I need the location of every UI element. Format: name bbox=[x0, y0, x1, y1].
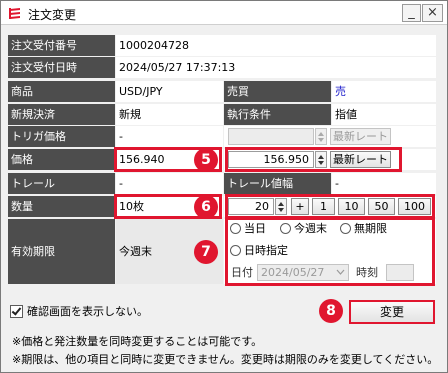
new-settle-label: 新規決済 bbox=[8, 104, 115, 125]
time-input[interactable] bbox=[386, 264, 414, 281]
expiry-today-radio[interactable] bbox=[230, 223, 241, 234]
step-badge-5: 5 bbox=[194, 148, 218, 172]
trail-value: - bbox=[116, 173, 223, 194]
qty-input[interactable]: 20 bbox=[228, 198, 274, 215]
expiry-unlimited-label: 無期限 bbox=[354, 222, 387, 235]
expiry-datetime-radio[interactable] bbox=[230, 245, 241, 256]
trail-width-label: トレール値幅 bbox=[224, 173, 331, 194]
exec-cond-value: 指値 bbox=[332, 104, 436, 125]
trail-width-value: - bbox=[332, 173, 436, 194]
order-change-window: 注文変更 _ × 注文受付番号 1000204728 注文受付日時 2024/0… bbox=[0, 0, 448, 373]
price-spinner[interactable] bbox=[315, 151, 327, 168]
close-button[interactable]: × bbox=[422, 4, 443, 22]
trail-label: トレール bbox=[8, 173, 115, 194]
window-title: 注文変更 bbox=[28, 8, 77, 22]
trigger-spinner[interactable] bbox=[315, 128, 327, 145]
product-label: 商品 bbox=[8, 81, 115, 102]
side-value: 売 bbox=[332, 81, 436, 102]
new-settle-value: 新規 bbox=[116, 104, 223, 125]
receipt-time-value: 2024/05/27 17:37:13 bbox=[116, 57, 436, 78]
step-badge-8: 8 bbox=[319, 299, 343, 323]
qty-step-10-button[interactable]: 10 bbox=[338, 198, 365, 215]
price-input[interactable]: 156.950 bbox=[228, 151, 314, 168]
product-value: USD/JPY bbox=[116, 81, 223, 102]
note-line-2: ※期限は、他の項目と同時に変更できません。変更時は期限のみを変更してください。 bbox=[12, 353, 439, 366]
change-submit-button[interactable]: 変更 bbox=[349, 300, 435, 324]
qty-label: 数量 bbox=[8, 196, 115, 217]
minimize-button[interactable]: _ bbox=[402, 4, 421, 22]
exec-cond-label: 執行条件 bbox=[224, 104, 331, 125]
side-label: 売買 bbox=[224, 81, 331, 102]
trigger-price-input[interactable] bbox=[228, 128, 314, 145]
checkmark-icon bbox=[11, 305, 22, 316]
expiry-today-label: 当日 bbox=[244, 222, 266, 235]
receipt-time-label: 注文受付日時 bbox=[8, 57, 115, 78]
expiry-unlimited-radio[interactable] bbox=[340, 223, 351, 234]
note-line-1: ※価格と発注数量を同時変更することは可能です。 bbox=[12, 335, 263, 348]
date-label: 日付 bbox=[231, 266, 253, 279]
price-label: 価格 bbox=[8, 149, 115, 170]
qty-step-50-button[interactable]: 50 bbox=[368, 198, 395, 215]
chevron-down-icon bbox=[336, 269, 345, 275]
trigger-latest-rate-button[interactable]: 最新レート bbox=[330, 128, 391, 145]
receipt-no-label: 注文受付番号 bbox=[8, 35, 115, 56]
title-bar: 注文変更 _ × bbox=[1, 1, 447, 25]
qty-spinner[interactable] bbox=[275, 198, 287, 215]
expiry-label: 有効期限 bbox=[8, 219, 115, 284]
expiry-weekend-radio[interactable] bbox=[280, 223, 291, 234]
qty-step-100-button[interactable]: 100 bbox=[398, 198, 431, 215]
expiry-datetime-label: 日時指定 bbox=[244, 244, 288, 257]
time-label: 時刻 bbox=[356, 266, 378, 279]
step-badge-7: 7 bbox=[194, 240, 218, 264]
confirm-label: 確認画面を表示しない。 bbox=[27, 305, 148, 318]
expiry-weekend-label: 今週末 bbox=[294, 222, 327, 235]
trigger-label: トリガ価格 bbox=[8, 126, 115, 147]
price-latest-rate-button[interactable]: 最新レート bbox=[330, 151, 391, 168]
confirm-checkbox[interactable] bbox=[10, 305, 23, 318]
app-logo-icon bbox=[8, 6, 22, 20]
receipt-no-value: 1000204728 bbox=[116, 35, 436, 56]
trigger-value: - bbox=[116, 126, 223, 147]
qty-step-1-button[interactable]: 1 bbox=[312, 198, 335, 215]
step-badge-6: 6 bbox=[194, 195, 218, 219]
qty-plus-button[interactable]: + bbox=[291, 198, 309, 215]
